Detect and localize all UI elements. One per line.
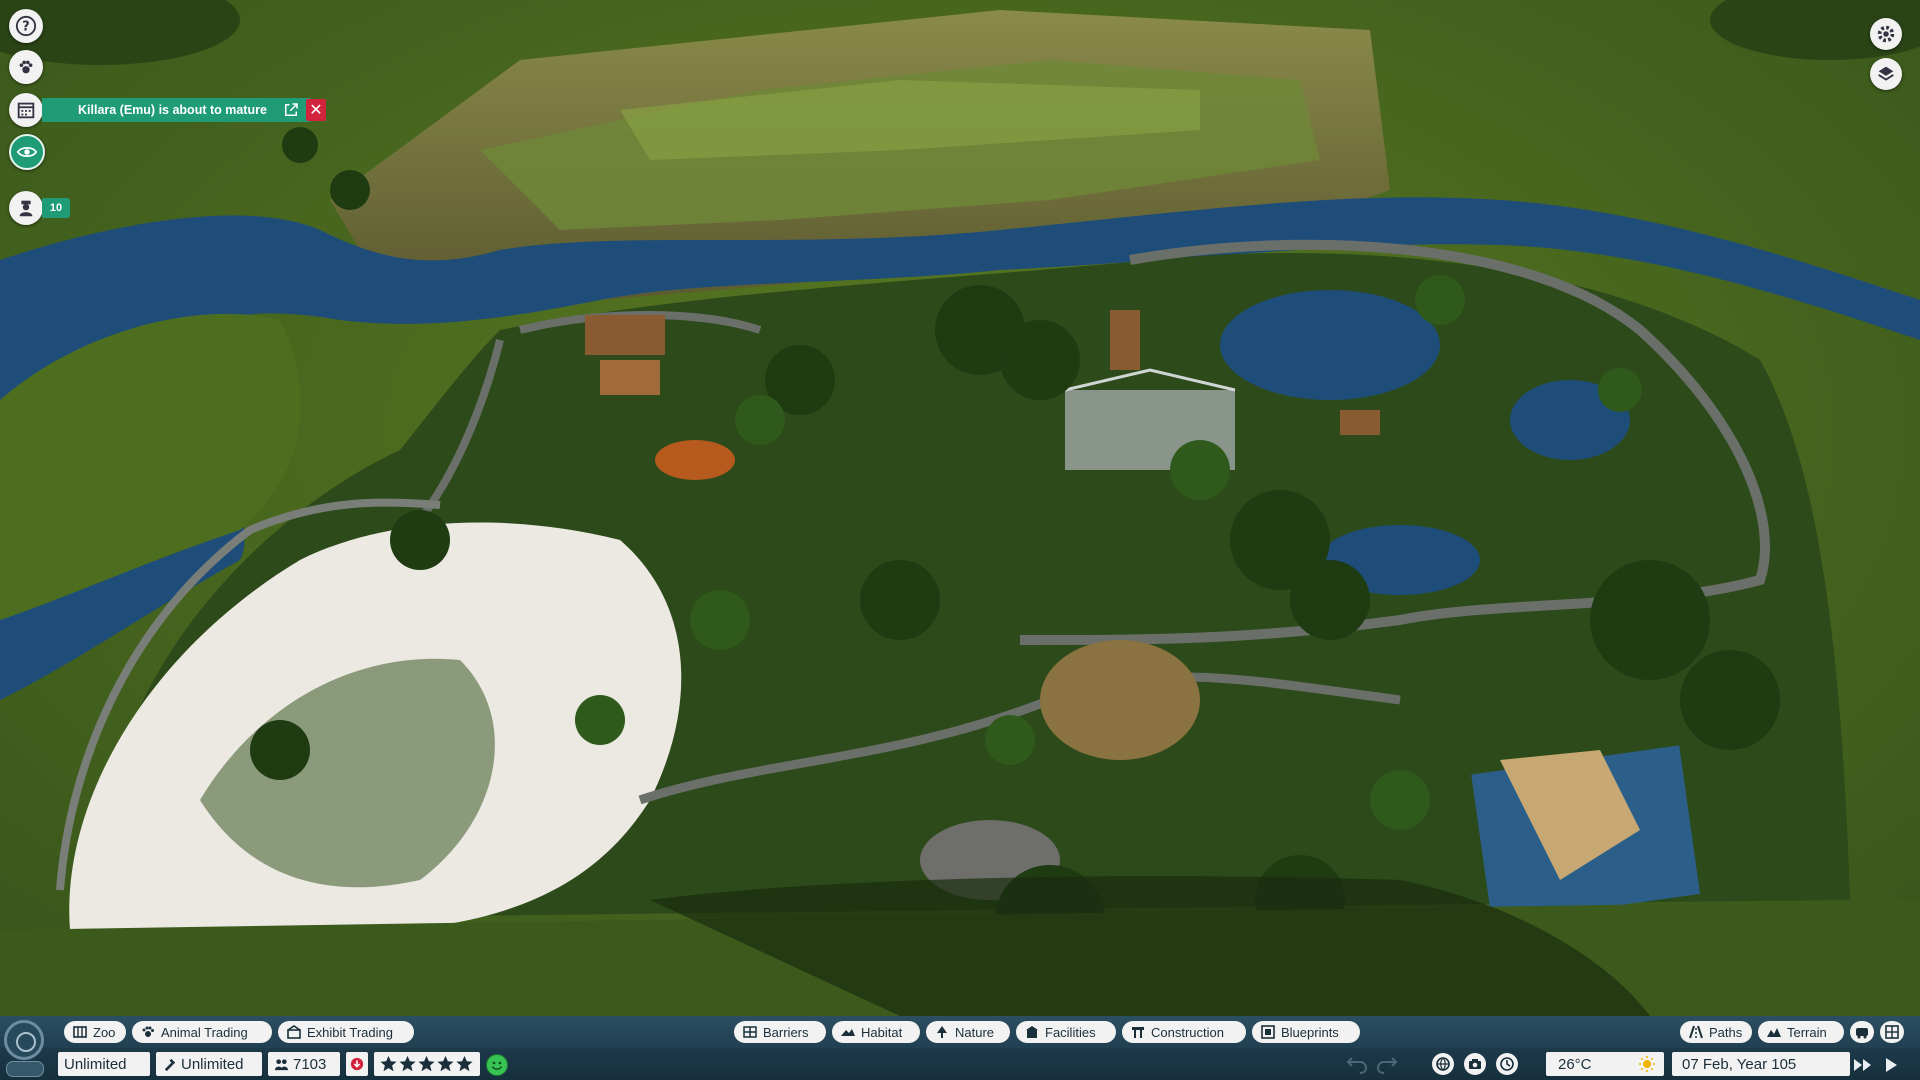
globe-icon (1436, 1057, 1450, 1071)
tab-nature-label: Nature (955, 1024, 995, 1040)
tab-exhibit-trading[interactable]: Exhibit Trading (278, 1021, 414, 1043)
star-icon (380, 1055, 397, 1072)
paw-icon (19, 60, 33, 74)
svg-text:?: ? (22, 20, 29, 35)
staff-count-badge: 10 (42, 198, 70, 218)
tab-barriers[interactable]: Barriers (734, 1021, 826, 1043)
guest-count-value: 7103 (293, 1055, 327, 1073)
tab-exhibit-trading-label: Exhibit Trading (307, 1024, 393, 1040)
star-icon (399, 1055, 416, 1072)
down-arrow-icon (350, 1057, 364, 1071)
tab-construction[interactable]: Construction (1122, 1021, 1246, 1043)
research-value: Unlimited (181, 1055, 244, 1073)
clock-icon (1500, 1057, 1514, 1071)
guest-view-button[interactable] (1850, 1021, 1874, 1043)
star-icon (437, 1055, 454, 1072)
guest-happiness-icon[interactable] (486, 1054, 508, 1076)
question-icon: ? (15, 15, 37, 37)
sun-icon (1639, 1056, 1655, 1072)
research-icon (164, 1058, 176, 1071)
date-value: 07 Feb, Year 105 (1682, 1055, 1797, 1073)
play-icon (1886, 1058, 1897, 1072)
habitat-icon (841, 1029, 855, 1036)
tab-paths[interactable]: Paths (1680, 1021, 1752, 1043)
zoo-star-rating[interactable] (374, 1052, 480, 1076)
paths-icon (1689, 1025, 1703, 1039)
zoo-world-view[interactable] (0, 0, 1920, 1080)
temperature-value: 26°C (1558, 1055, 1592, 1073)
tab-blueprints[interactable]: Blueprints (1252, 1021, 1360, 1043)
speed-toggle[interactable] (6, 1061, 44, 1077)
blueprint-icon (1261, 1025, 1275, 1039)
star-icon (418, 1055, 435, 1072)
close-icon: ✕ (309, 102, 323, 119)
tab-blueprints-label: Blueprints (1281, 1024, 1339, 1040)
main-menu-button[interactable] (4, 1020, 44, 1060)
settings-button[interactable] (1870, 18, 1902, 50)
date-display[interactable]: 07 Feb, Year 105 (1672, 1052, 1850, 1076)
tab-facilities-label: Facilities (1045, 1024, 1096, 1040)
star-icon (456, 1055, 473, 1072)
exhibit-icon (287, 1025, 301, 1039)
tab-barriers-label: Barriers (763, 1024, 809, 1040)
tab-habitat-label: Habitat (861, 1024, 903, 1040)
layers-icon (1878, 66, 1894, 81)
appeal-trend[interactable] (346, 1052, 368, 1076)
tab-facilities[interactable]: Facilities (1016, 1021, 1116, 1043)
tab-animal-trading-label: Animal Trading (161, 1024, 248, 1040)
notification-message: Killara (Emu) is about to mature (78, 103, 267, 117)
external-link-icon[interactable] (282, 101, 300, 119)
tab-zoo-label: Zoo (93, 1024, 116, 1040)
facilities-icon (1026, 1026, 1038, 1038)
notification-banner[interactable]: Killara (Emu) is about to mature (42, 98, 312, 122)
research-display[interactable]: Unlimited (156, 1052, 262, 1076)
staff-button[interactable] (9, 191, 43, 225)
fast-forward-icon (1854, 1059, 1871, 1071)
tab-construction-label: Construction (1151, 1024, 1224, 1040)
calendar-button[interactable] (9, 93, 43, 127)
camera-view-button[interactable] (1870, 58, 1902, 90)
guests-icon (274, 1058, 289, 1070)
eye-icon (16, 146, 38, 158)
overlay-button[interactable] (1880, 1021, 1904, 1043)
money-value: Unlimited (64, 1055, 127, 1073)
bus-icon (1856, 1028, 1868, 1039)
gear-icon (1877, 25, 1895, 43)
animals-panel-button[interactable] (9, 50, 43, 84)
speed-fast-button[interactable] (1852, 1055, 1874, 1075)
notification-close-button[interactable]: ✕ (306, 99, 326, 121)
redo-icon[interactable] (1376, 1054, 1398, 1074)
money-display[interactable]: Unlimited (58, 1052, 150, 1076)
barrier-icon (743, 1026, 757, 1038)
smiley-icon (491, 1061, 503, 1070)
tab-habitat[interactable]: Habitat (832, 1021, 920, 1043)
camera-icon (1469, 1059, 1481, 1069)
zoo-icon (73, 1026, 87, 1038)
tab-zoo[interactable]: Zoo (64, 1021, 126, 1043)
undo-icon[interactable] (1346, 1054, 1368, 1074)
play-button[interactable] (1880, 1055, 1902, 1075)
heatmap-button[interactable] (1432, 1053, 1454, 1075)
tab-nature[interactable]: Nature (926, 1021, 1010, 1043)
tab-terrain-label: Terrain (1787, 1024, 1827, 1040)
tab-terrain[interactable]: Terrain (1758, 1021, 1844, 1043)
terrain-icon (1767, 1028, 1781, 1037)
tree-icon (937, 1026, 947, 1038)
construction-icon (1132, 1027, 1144, 1038)
paw-icon (142, 1026, 154, 1037)
zookeeper-icon (19, 200, 33, 217)
help-button[interactable]: ? (9, 9, 43, 43)
time-of-day-button[interactable] (1496, 1053, 1518, 1075)
tab-paths-label: Paths (1709, 1024, 1743, 1040)
tab-animal-trading[interactable]: Animal Trading (132, 1021, 272, 1043)
guest-count-display[interactable]: 7103 (268, 1052, 340, 1076)
weather-display[interactable]: 26°C (1546, 1052, 1664, 1076)
visibility-toggle-button[interactable] (9, 134, 45, 170)
photo-mode-button[interactable] (1464, 1053, 1486, 1075)
calendar-icon (17, 102, 35, 119)
grid-icon (1885, 1025, 1899, 1039)
